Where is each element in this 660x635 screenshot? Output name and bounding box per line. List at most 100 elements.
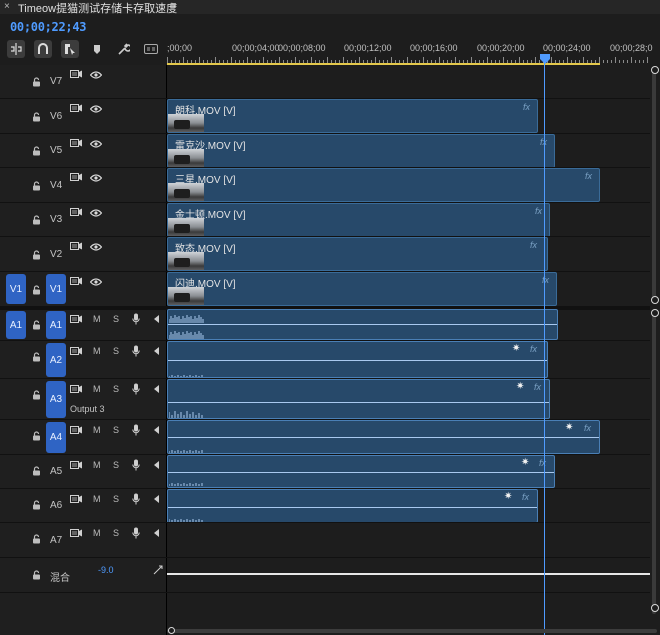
toggle-sync-lock-icon[interactable] [70, 69, 82, 82]
lock-icon[interactable] [32, 534, 41, 547]
lock-icon[interactable] [32, 500, 41, 513]
video-clip[interactable]: 致态.MOV [V] fx [167, 237, 548, 271]
linked-selection-icon[interactable] [61, 40, 79, 58]
track-name[interactable]: V2 [50, 249, 62, 260]
track-name[interactable]: V4 [50, 180, 62, 191]
audio-clip[interactable]: ✷ fx [167, 489, 538, 523]
eye-icon[interactable] [89, 140, 103, 151]
solo-button[interactable]: S [113, 425, 119, 435]
playhead-handle[interactable] [540, 54, 550, 64]
toggle-sync-lock-icon[interactable] [70, 346, 82, 359]
panel-menu-icon[interactable]: ≡ [170, 0, 176, 12]
eye-icon[interactable] [89, 105, 103, 116]
lock-icon[interactable] [32, 111, 41, 125]
eye-icon[interactable] [89, 71, 103, 82]
lock-icon[interactable] [32, 215, 41, 228]
video-zoom-handle-bottom[interactable] [651, 296, 659, 304]
horizontal-scrollbar[interactable] [167, 629, 657, 633]
video-clip[interactable]: 金士顿.MOV [V] fx [167, 203, 550, 237]
video-clip[interactable]: 雷克沙.MOV [V] fx [167, 134, 555, 168]
solo-button[interactable]: S [113, 460, 119, 470]
lock-icon[interactable] [32, 180, 41, 194]
microphone-icon[interactable] [132, 424, 140, 439]
audio-clip[interactable]: ✷ fx [167, 379, 550, 419]
audio-clip[interactable]: ✷ fx [167, 341, 548, 378]
track-expand-icon[interactable] [153, 529, 159, 540]
mix-volume-value[interactable]: -9.0 [98, 565, 114, 575]
toggle-sync-lock-icon[interactable] [70, 460, 82, 473]
toggle-sync-lock-icon[interactable] [70, 384, 82, 397]
audio-zoom-handle-bottom[interactable] [651, 604, 659, 612]
track-name[interactable]: V5 [50, 145, 62, 156]
captions-icon[interactable] [142, 40, 160, 58]
toggle-sync-lock-icon[interactable] [70, 528, 82, 541]
toggle-sync-lock-icon[interactable] [70, 276, 82, 289]
solo-button[interactable]: S [113, 384, 119, 394]
microphone-icon[interactable] [132, 493, 140, 508]
mute-button[interactable]: M [93, 384, 101, 394]
audio-clip[interactable]: ✷ fx [167, 420, 600, 454]
toggle-sync-lock-icon[interactable] [70, 494, 82, 507]
track-target-a3[interactable]: A3 [46, 381, 66, 418]
hscroll-handle-left[interactable] [168, 627, 175, 634]
mute-button[interactable]: M [93, 346, 101, 356]
lock-icon[interactable] [32, 320, 41, 333]
toggle-sync-lock-icon[interactable] [70, 103, 82, 116]
track-target-a2[interactable]: A2 [46, 343, 66, 377]
video-clip[interactable]: 朗科.MOV [V] fx [167, 99, 538, 133]
track-expand-icon[interactable] [153, 347, 159, 358]
lock-icon[interactable] [32, 570, 41, 583]
track-expand-icon[interactable] [153, 315, 159, 326]
microphone-icon[interactable] [132, 383, 140, 398]
solo-button[interactable]: S [113, 528, 119, 538]
audio-clip[interactable] [167, 309, 558, 340]
mute-button[interactable]: M [93, 314, 101, 324]
eye-icon[interactable] [89, 243, 103, 254]
track-expand-icon[interactable] [153, 426, 159, 437]
toggle-sync-lock-icon[interactable] [70, 314, 82, 327]
mute-button[interactable]: M [93, 425, 101, 435]
microphone-icon[interactable] [132, 527, 140, 542]
toggle-sync-lock-icon[interactable] [70, 207, 82, 220]
lock-icon[interactable] [32, 466, 41, 479]
track-expand-icon[interactable] [153, 461, 159, 472]
lock-icon[interactable] [32, 390, 41, 403]
mute-button[interactable]: M [93, 494, 101, 504]
sequence-tab-title[interactable]: Timeow提猫测试存储卡存取速度 [18, 0, 177, 16]
track-name[interactable]: A7 [50, 535, 62, 546]
track-expand-icon[interactable] [153, 495, 159, 506]
microphone-icon[interactable] [132, 345, 140, 360]
audio-zoom-handle-top[interactable] [651, 309, 659, 317]
lock-icon[interactable] [32, 77, 41, 90]
video-clip[interactable]: 闪迪.MOV [V] fx [167, 272, 557, 306]
eye-icon[interactable] [89, 174, 103, 185]
mute-button[interactable]: M [93, 528, 101, 538]
toggle-sync-lock-icon[interactable] [70, 425, 82, 438]
microphone-icon[interactable] [132, 459, 140, 474]
lock-icon[interactable] [32, 146, 41, 159]
solo-button[interactable]: S [113, 314, 119, 324]
solo-button[interactable]: S [113, 346, 119, 356]
toggle-sync-lock-icon[interactable] [70, 172, 82, 185]
insert-sequence-icon[interactable] [7, 40, 25, 58]
mix-volume-line[interactable] [167, 573, 650, 575]
toggle-sync-lock-icon[interactable] [70, 241, 82, 254]
track-name[interactable]: V6 [50, 111, 62, 122]
work-area-bar[interactable] [167, 63, 600, 65]
track-name[interactable]: A6 [50, 500, 62, 511]
video-zoom-handle-top[interactable] [651, 66, 659, 74]
wrench-icon[interactable] [115, 40, 133, 58]
source-patch-v1[interactable]: V1 [6, 274, 26, 304]
playhead-line[interactable] [544, 62, 545, 635]
add-marker-icon[interactable] [88, 40, 106, 58]
track-expand-icon[interactable] [153, 385, 159, 396]
track-name[interactable]: V3 [50, 214, 62, 225]
playhead-timecode[interactable]: 00;00;22;43 [10, 20, 86, 34]
solo-button[interactable]: S [113, 494, 119, 504]
close-icon[interactable]: × [4, 1, 10, 12]
video-scrollbar[interactable] [652, 70, 656, 300]
track-target-a1[interactable]: A1 [46, 311, 66, 339]
track-name[interactable]: V7 [50, 76, 62, 87]
audio-scrollbar[interactable] [652, 314, 656, 614]
mix-volume-icon[interactable] [153, 565, 163, 578]
